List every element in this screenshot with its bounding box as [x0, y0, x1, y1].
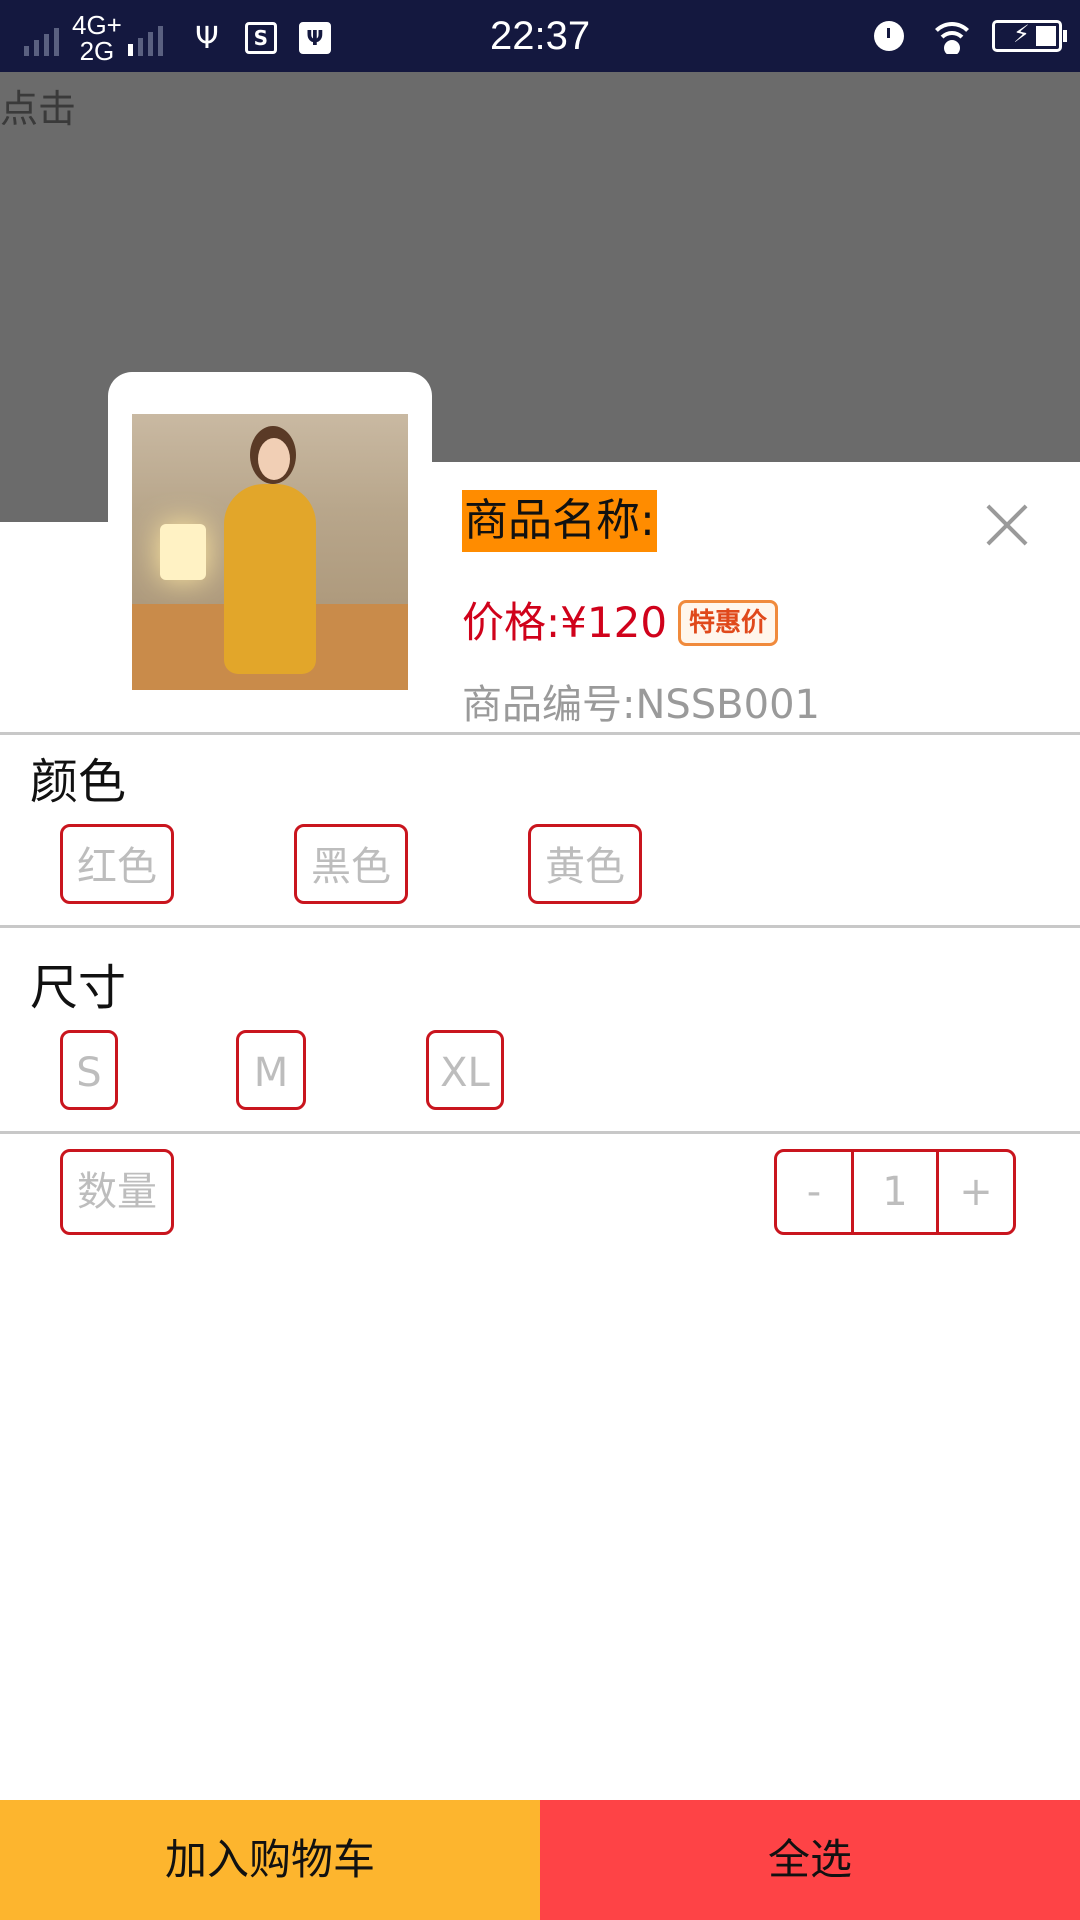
quantity-plus-button[interactable]: + [936, 1149, 1016, 1235]
battery-icon: ⚡ [992, 20, 1067, 52]
color-section-title: 颜色 [30, 754, 127, 810]
status-bar: 4G+ 2G Ψ S Ψ 22:37 ⚡ [0, 0, 1080, 72]
add-to-cart-button[interactable]: 加入购物车 [0, 1800, 540, 1920]
signal-icon [24, 20, 66, 56]
status-left-group: 4G+ 2G Ψ S Ψ [24, 8, 332, 68]
quantity-value[interactable]: 1 [854, 1149, 936, 1235]
deal-badge: 特惠价 [678, 600, 779, 646]
dim-overlay-edge [0, 462, 110, 522]
quantity-stepper: - 1 + [774, 1149, 1016, 1235]
network-type-top: 4G+ [72, 10, 122, 40]
status-right-group: ⚡ [874, 14, 1067, 58]
color-option-yellow[interactable]: 黄色 [528, 824, 642, 904]
quantity-label: 数量 [60, 1149, 174, 1235]
size-option-xl[interactable]: XL [426, 1030, 504, 1110]
color-option-black[interactable]: 黑色 [294, 824, 408, 904]
color-option-red[interactable]: 红色 [60, 824, 174, 904]
divider [0, 925, 1080, 928]
network-type: 4G+ 2G [72, 12, 122, 64]
product-name-label: 商品名称: [462, 490, 657, 552]
select-all-button[interactable]: 全选 [540, 1800, 1080, 1920]
product-sku: 商品编号:NSSB001 [462, 682, 820, 728]
network-type-bottom: 2G [79, 36, 115, 66]
size-option-m[interactable]: M [236, 1030, 306, 1110]
divider [0, 732, 1080, 735]
alarm-icon [874, 21, 904, 51]
signal-secondary-icon [127, 20, 170, 56]
divider [0, 1131, 1080, 1134]
wifi-icon [930, 18, 974, 54]
close-icon[interactable] [984, 502, 1030, 548]
sim-icon: S [244, 21, 278, 55]
product-price: 价格:¥120 [462, 598, 668, 647]
quantity-minus-button[interactable]: - [774, 1149, 854, 1235]
clock: 22:37 [490, 14, 591, 58]
size-option-s[interactable]: S [60, 1030, 118, 1110]
usb-debug-icon: Ψ [298, 21, 332, 55]
bottom-action-bar: 加入购物车 全选 [0, 1800, 1080, 1920]
usb-icon: Ψ [195, 20, 219, 56]
size-section-title: 尺寸 [30, 960, 127, 1016]
product-image [132, 414, 408, 690]
tap-label[interactable]: 点击 [0, 78, 76, 133]
